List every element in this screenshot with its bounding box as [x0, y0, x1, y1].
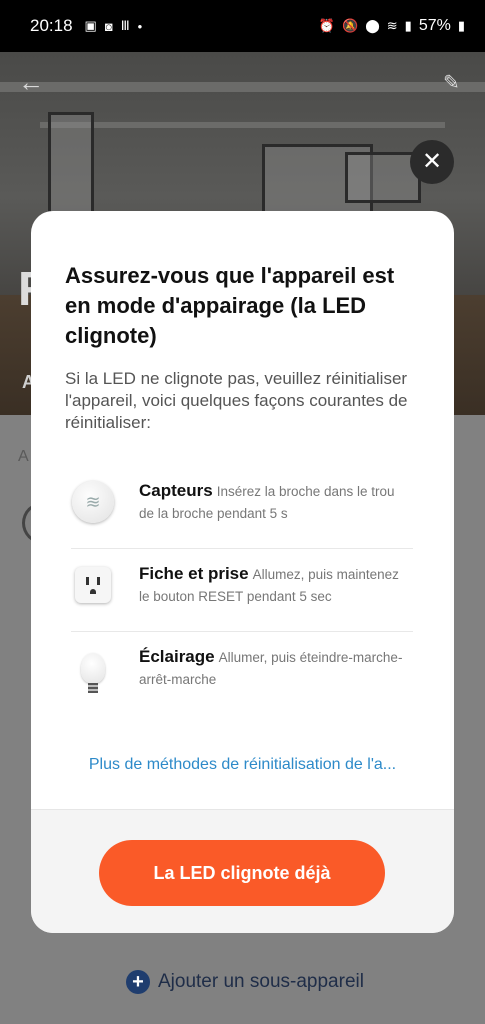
- dialog-description: Si la LED ne clignote pas, veuillez réin…: [65, 369, 408, 432]
- method-name: Fiche et prise: [139, 564, 249, 583]
- sensor-icon: ≋: [71, 480, 115, 524]
- close-button[interactable]: ✕: [410, 140, 454, 184]
- method-name: Éclairage: [139, 647, 215, 666]
- dialog-footer: La LED clignote déjà: [31, 809, 454, 933]
- status-bar-right: ⏰ 🔕 ⬤ ≋ ▮ 57% ▮: [319, 0, 465, 52]
- alarm-icon: ⏰: [318, 18, 335, 33]
- image-icon: ▣: [84, 18, 97, 33]
- status-bar: 20:18 ▣ ◙ Ⅲ • ⏰ 🔕 ⬤ ≋ ▮ 57% ▮: [0, 0, 485, 52]
- background-section-label: A: [18, 448, 29, 465]
- status-bar-left: 20:18 ▣ ◙ Ⅲ •: [30, 0, 142, 52]
- close-icon: ✕: [421, 148, 443, 175]
- wifi-icon: ≋: [386, 18, 398, 33]
- list-item: Fiche et prise Allumez, puis maintenez le…: [71, 549, 413, 632]
- add-subdevice-label: Ajouter un sous-appareil: [158, 971, 364, 992]
- m-icon: Ⅲ: [120, 18, 130, 33]
- dot-icon: •: [137, 18, 143, 34]
- led-blinking-button[interactable]: La LED clignote déjà: [99, 840, 385, 906]
- mute-icon: 🔕: [342, 18, 359, 33]
- location-icon: ⬤: [365, 18, 380, 33]
- status-time: 20:18: [30, 16, 73, 35]
- battery-icon: ▮: [457, 18, 465, 33]
- add-subdevice-button[interactable]: + Ajouter un sous-appareil: [126, 970, 364, 994]
- battery-percent: 57%: [418, 17, 451, 34]
- list-item: ≋ Capteurs Insérez la broche dans le trou…: [71, 466, 413, 549]
- reset-methods-list: ≋ Capteurs Insérez la broche dans le trou…: [71, 466, 413, 714]
- dialog-title: Assurez-vous que l'appareil est en mode …: [65, 263, 395, 348]
- plug-icon: [71, 563, 115, 607]
- back-arrow-icon[interactable]: ←: [18, 68, 46, 96]
- edit-icon[interactable]: ✎: [443, 70, 467, 94]
- method-name: Capteurs: [139, 481, 213, 500]
- ring-icon: ◙: [104, 18, 113, 34]
- signal-icon: ▮: [404, 18, 412, 33]
- bulb-icon: [71, 646, 115, 693]
- more-reset-methods-link[interactable]: Plus de méthodes de réinitialisation de …: [31, 756, 454, 774]
- pairing-mode-dialog: Assurez-vous que l'appareil est en mode …: [31, 211, 454, 933]
- list-item: Éclairage Allumer, puis éteindre-marche-a…: [71, 632, 413, 714]
- plus-circle-icon: +: [126, 970, 150, 994]
